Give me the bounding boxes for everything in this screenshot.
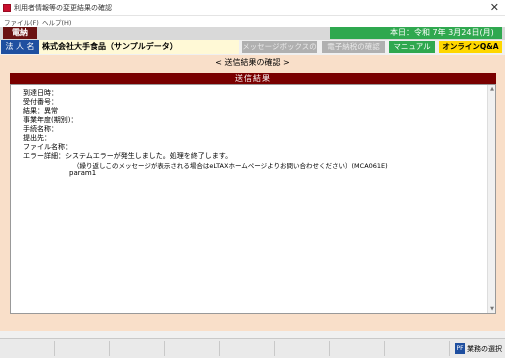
app-icon bbox=[3, 4, 11, 12]
status-cell bbox=[330, 341, 385, 356]
status-cell bbox=[220, 341, 275, 356]
status-bar: PF 業務の選択 bbox=[0, 338, 505, 358]
pf-key-icon[interactable]: PF bbox=[455, 343, 465, 354]
main-panel: < 送信結果の確認 > 送信結果 到達日時： 受付番号： 結果：異常 事業年度(… bbox=[0, 55, 505, 331]
corp-name: 株式会社大手食品（サンプルデータ） bbox=[39, 40, 239, 54]
menu-help[interactable]: ヘルプ(H) bbox=[42, 17, 71, 27]
page-title: < 送信結果の確認 > bbox=[215, 58, 290, 67]
message-box-button[interactable]: メッセージボックスの確認 bbox=[242, 41, 317, 63]
denno-badge: 電納 bbox=[3, 27, 37, 39]
scrollbar[interactable]: ▲ ▼ bbox=[487, 85, 495, 313]
result-line: param1 bbox=[69, 169, 97, 177]
close-icon[interactable]: ✕ bbox=[490, 1, 499, 14]
status-cell bbox=[385, 341, 450, 356]
title-bar: 利用者情報等の変更結果の確認 ✕ bbox=[0, 0, 505, 16]
status-cell bbox=[110, 341, 165, 356]
scroll-up-icon[interactable]: ▲ bbox=[490, 86, 494, 92]
status-cell bbox=[165, 341, 220, 356]
business-select-button[interactable]: 業務の選択 bbox=[467, 344, 502, 354]
corp-label: 法 人 名 bbox=[1, 40, 39, 54]
status-cell bbox=[55, 341, 110, 356]
manual-button[interactable]: マニュアル bbox=[389, 41, 435, 53]
result-text-area[interactable]: 到達日時： 受付番号： 結果：異常 事業年度(期別)： 手続名称： 提出先： フ… bbox=[10, 84, 496, 314]
today-date: 本日：令和 7年 3月24日(月) bbox=[330, 27, 502, 39]
status-cell bbox=[275, 341, 330, 356]
menu-file[interactable]: ファイル(F) bbox=[4, 17, 39, 27]
window-title: 利用者情報等の変更結果の確認 bbox=[14, 4, 112, 12]
result-line: （繰り返しこのメッセージが表示される場合はeLTAXホームページよりお問い合わせ… bbox=[73, 162, 388, 170]
status-cell bbox=[0, 341, 55, 356]
scroll-down-icon[interactable]: ▼ bbox=[490, 306, 494, 312]
result-header: 送信結果 bbox=[10, 73, 496, 84]
menu-bar: ファイル(F) ヘルプ(H) bbox=[0, 16, 505, 27]
e-payment-button[interactable]: 電子納税の確認 bbox=[322, 41, 385, 53]
online-qa-button[interactable]: オンラインQ&A bbox=[439, 41, 502, 53]
